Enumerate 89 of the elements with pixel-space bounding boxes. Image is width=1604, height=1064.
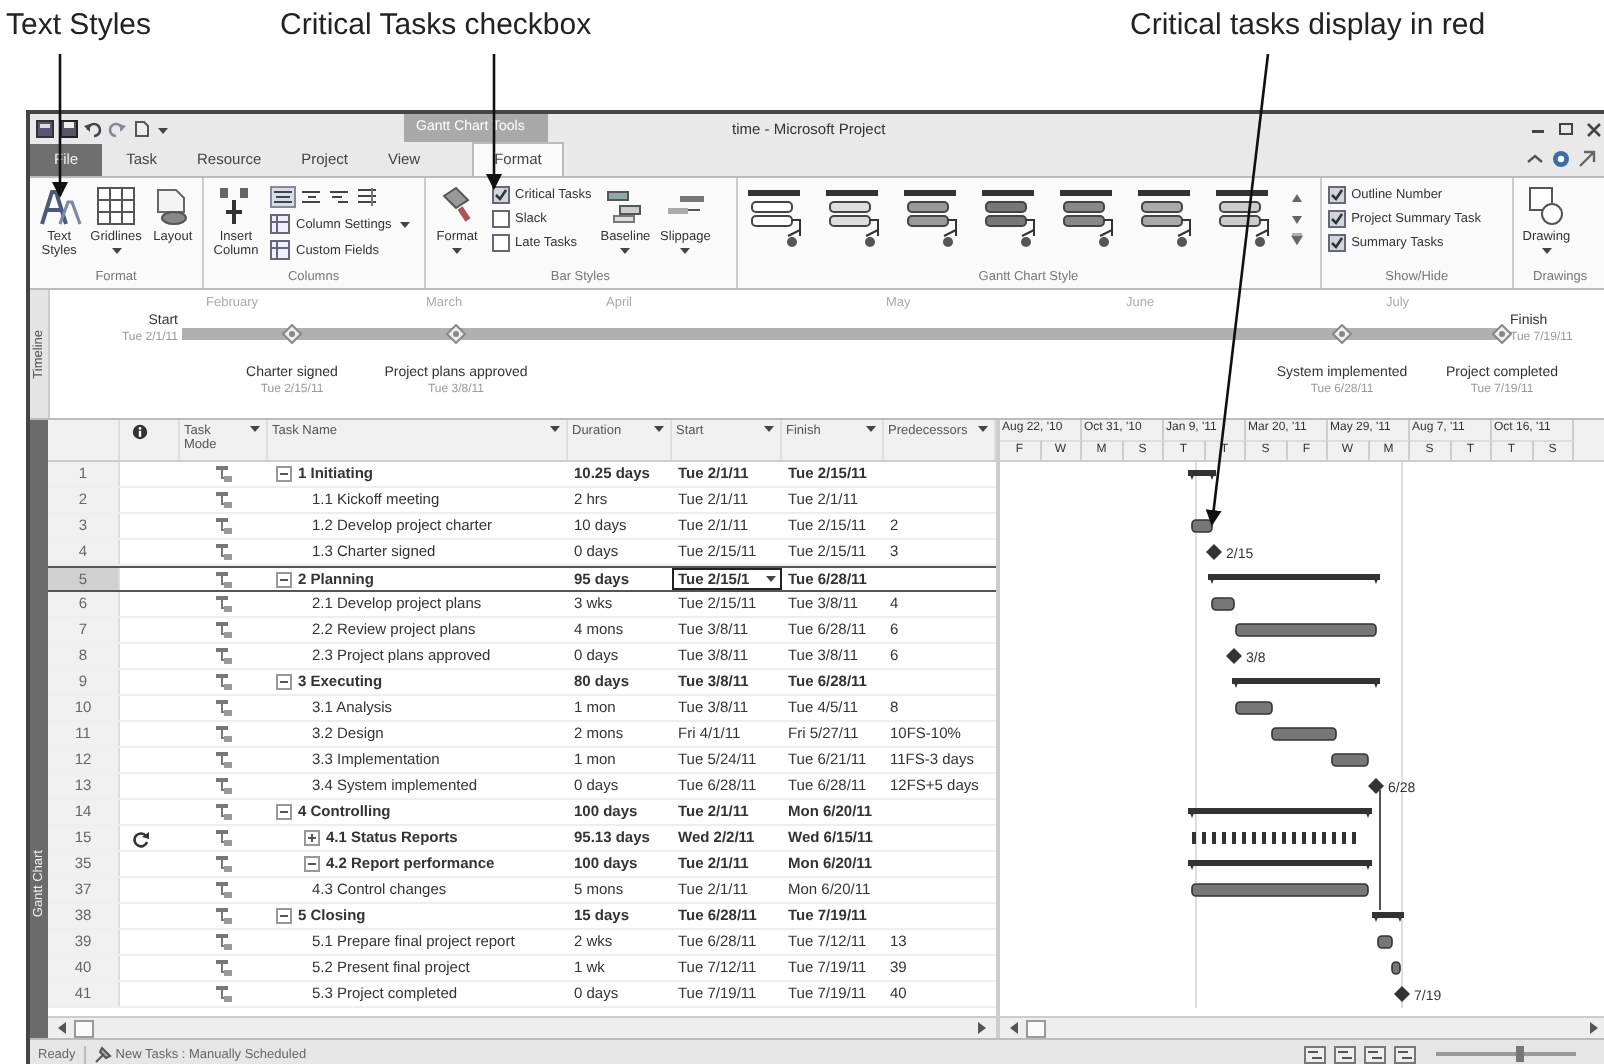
collapse-icon[interactable]	[304, 856, 320, 872]
task-mode-icon	[214, 516, 234, 536]
undo-icon[interactable]	[84, 119, 102, 137]
summary-bar	[1372, 912, 1404, 922]
task-mode-icon	[214, 620, 234, 640]
checkbox[interactable]	[1327, 186, 1346, 204]
task-mode-icon	[214, 490, 234, 510]
collapse-icon[interactable]	[276, 571, 292, 587]
filter-caret-icon[interactable]	[864, 424, 878, 434]
task-mode-icon	[214, 672, 234, 692]
milestone-icon	[1332, 324, 1352, 344]
align-right-icon[interactable]	[326, 186, 352, 208]
collapse-icon[interactable]	[276, 908, 292, 924]
pin-icon[interactable]	[1578, 150, 1596, 168]
task-bar	[1235, 701, 1273, 715]
checkbox[interactable]	[1327, 210, 1346, 228]
milestone-icon	[1368, 778, 1384, 794]
task-bar	[1331, 753, 1369, 767]
milestone-icon	[1226, 648, 1242, 664]
milestone-icon	[446, 324, 466, 344]
task-mode-icon	[214, 542, 234, 562]
task-bar	[1191, 519, 1213, 533]
task-mode-icon	[214, 958, 234, 978]
task-mode-icon	[214, 464, 234, 484]
expand-icon[interactable]	[304, 830, 320, 846]
task-mode-icon	[214, 984, 234, 1004]
tool-icon	[37, 184, 82, 228]
task-bar	[1235, 623, 1377, 637]
collapse-icon[interactable]	[276, 804, 292, 820]
task-mode-icon	[214, 802, 234, 822]
app-icon[interactable]	[36, 119, 54, 137]
task-bar	[1211, 597, 1235, 611]
help-icon[interactable]	[1552, 150, 1570, 168]
checkbox[interactable]	[1327, 234, 1346, 252]
info-icon	[132, 424, 148, 440]
task-mode-icon	[214, 724, 234, 744]
task-mode-icon	[214, 594, 234, 614]
task-mode-icon	[214, 646, 234, 666]
close-icon[interactable]	[1584, 119, 1604, 137]
collapse-icon[interactable]	[276, 674, 292, 690]
save-icon[interactable]	[60, 119, 78, 137]
task-mode-icon	[214, 932, 234, 952]
table-icon	[270, 240, 290, 260]
milestone-icon	[1206, 544, 1222, 560]
tool-icon	[94, 184, 138, 228]
task-mode-icon	[214, 569, 234, 589]
task-mode-icon	[214, 906, 234, 926]
task-mode-icon	[214, 776, 234, 796]
task-mode-icon	[214, 698, 234, 718]
document-icon[interactable]	[132, 119, 150, 137]
checkbox[interactable]	[491, 234, 510, 252]
team-planner-view-icon[interactable]	[1364, 1045, 1386, 1063]
task-bar	[1377, 935, 1393, 949]
task-mode-icon	[214, 750, 234, 770]
collapse-ribbon-icon[interactable]	[1526, 150, 1544, 168]
task-bar	[1391, 961, 1401, 975]
report-view-icon[interactable]	[1394, 1045, 1416, 1063]
task-bar	[1271, 727, 1337, 741]
gantt-view-icon[interactable]	[1304, 1045, 1326, 1063]
task-mode-icon	[214, 880, 234, 900]
milestone-icon	[1492, 324, 1512, 344]
redo-icon[interactable]	[108, 119, 126, 137]
summary-bar	[1188, 470, 1216, 480]
milestone-icon	[282, 324, 302, 344]
task-usage-view-icon[interactable]	[1334, 1045, 1356, 1063]
checkbox[interactable]	[491, 186, 510, 204]
restore-icon[interactable]	[1556, 119, 1576, 137]
table-icon	[270, 214, 290, 234]
scrollbar-thumb[interactable]	[74, 1019, 94, 1037]
filter-caret-icon[interactable]	[248, 424, 262, 434]
checkbox[interactable]	[491, 210, 510, 228]
task-mode-icon	[214, 828, 234, 848]
filter-caret-icon[interactable]	[976, 424, 990, 434]
filter-caret-icon[interactable]	[762, 424, 776, 434]
caret-icon[interactable]	[764, 574, 778, 584]
more-icon[interactable]	[1289, 229, 1304, 247]
filter-caret-icon[interactable]	[652, 424, 666, 434]
wrap-text-icon[interactable]	[354, 186, 380, 208]
pin-icon	[93, 1045, 112, 1063]
align-left-icon[interactable]	[270, 186, 296, 208]
scrollbar-thumb[interactable]	[1026, 1019, 1046, 1037]
collapse-icon[interactable]	[276, 466, 292, 482]
dependency-line	[1379, 789, 1381, 911]
milestone-icon	[1394, 986, 1410, 1002]
filter-caret-icon[interactable]	[548, 424, 562, 434]
task-mode-icon	[214, 854, 234, 874]
scroll-up-icon[interactable]	[1289, 189, 1304, 207]
tool-icon	[1524, 184, 1569, 228]
align-center-icon[interactable]	[298, 186, 324, 208]
